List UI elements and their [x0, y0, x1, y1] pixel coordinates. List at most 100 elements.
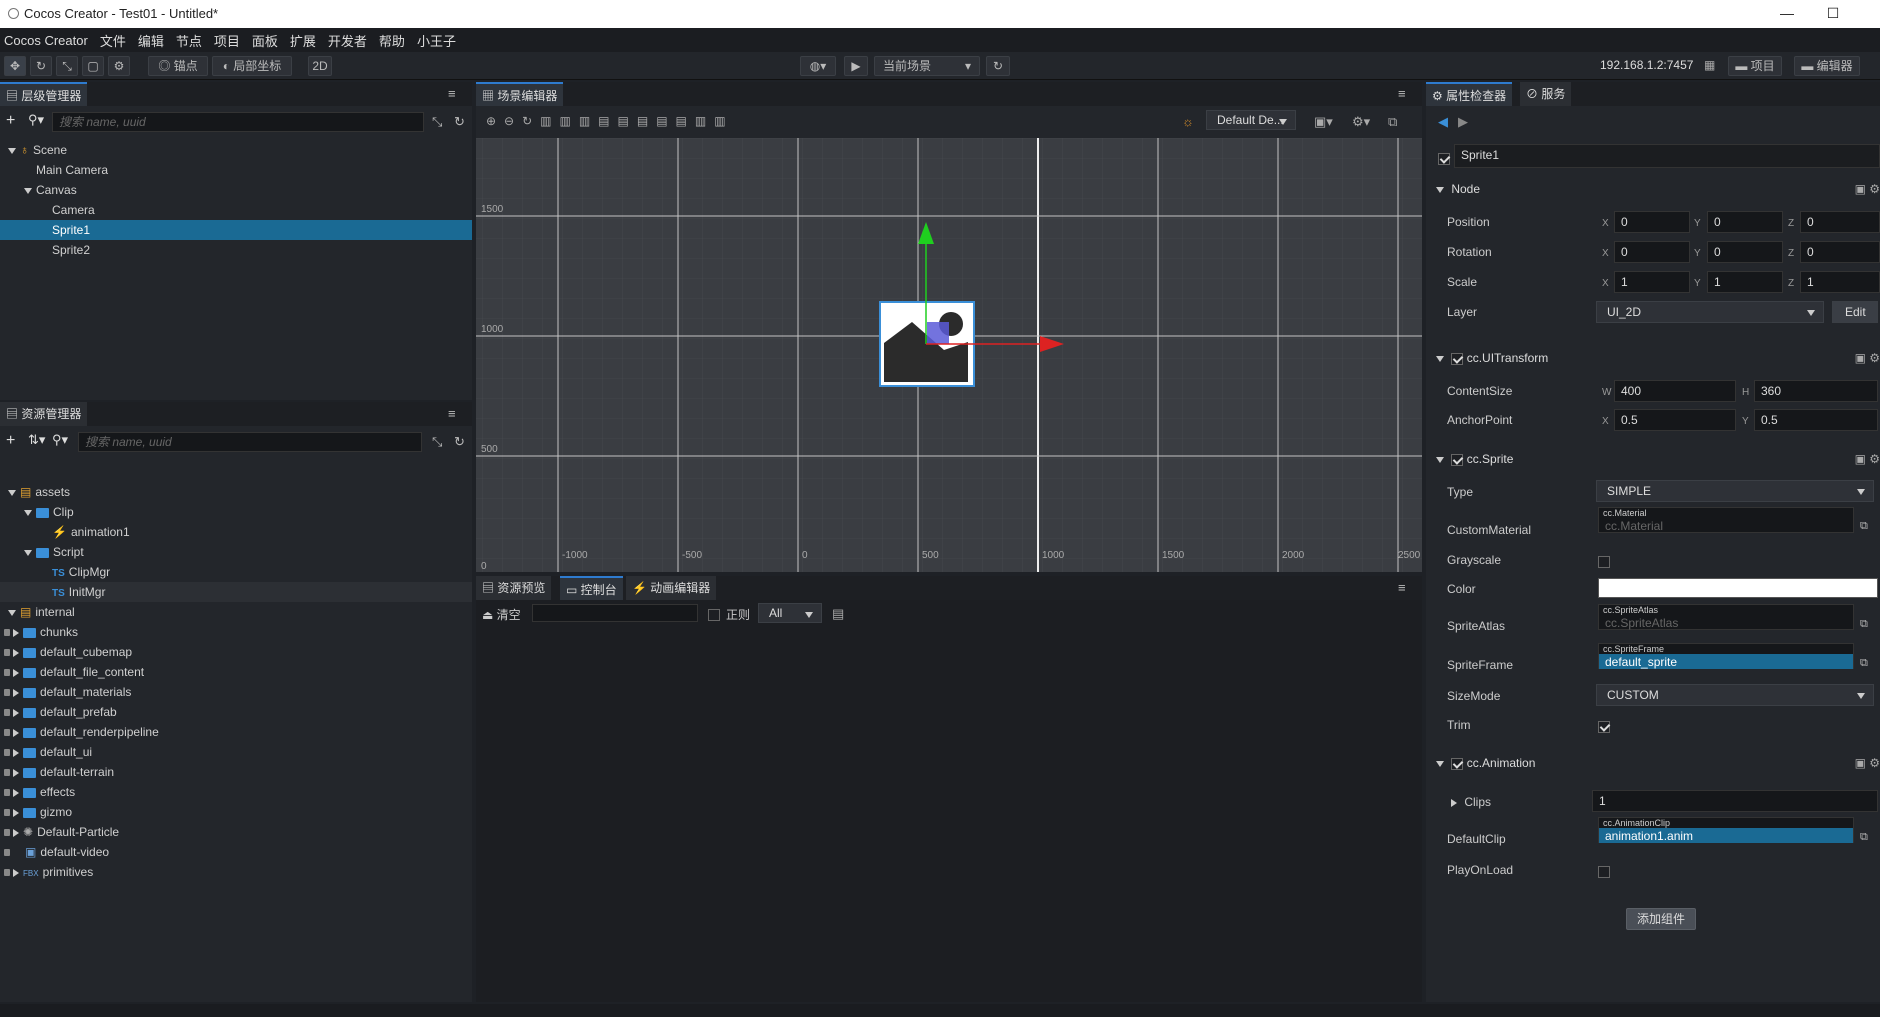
asset-collapse-icon[interactable]: ⤡ — [432, 434, 442, 450]
tree-node-camera[interactable]: Camera — [0, 200, 472, 220]
local-coord-button[interactable]: ◐ 局部坐标 — [212, 56, 292, 76]
expand-arrow-icon[interactable] — [13, 708, 19, 717]
position-x-input[interactable]: 0 — [1614, 211, 1690, 233]
menu-help[interactable]: 帮助 — [379, 31, 405, 50]
open-log-icon[interactable]: ▤ — [832, 606, 844, 622]
add-node-icon[interactable]: + — [6, 112, 15, 130]
asset-item-animation1[interactable]: ⚡ animation1 — [0, 522, 472, 542]
position-z-input[interactable]: 0 — [1800, 211, 1880, 233]
tab-animation-editor[interactable]: ⚡ 动画编辑器 — [626, 576, 717, 600]
layer-select[interactable]: UI_2D — [1596, 301, 1824, 323]
minimize-button[interactable]: — — [1764, 0, 1810, 28]
back-arrow-icon[interactable]: ◀ — [1438, 114, 1448, 130]
maximize-button[interactable]: ☐ — [1810, 0, 1856, 28]
expand-arrow-icon[interactable] — [13, 628, 19, 637]
expand-arrow-icon[interactable] — [13, 668, 19, 677]
layer-edit-button[interactable]: Edit — [1832, 301, 1878, 323]
rotation-x-input[interactable]: 0 — [1614, 241, 1690, 263]
asset-search-input[interactable]: 搜索 name, uuid — [78, 432, 422, 452]
tab-assets[interactable]: ▤ 资源管理器 — [0, 402, 88, 426]
camera-select[interactable]: Default De... — [1206, 110, 1296, 130]
scale-tool-icon[interactable]: ⤡ — [56, 56, 78, 76]
asset-search-icon[interactable]: ⚲▾ — [52, 432, 68, 448]
rotate-tool-icon[interactable]: ↻ — [30, 56, 52, 76]
asset-item-clipmgr[interactable]: TS ClipMgr — [0, 562, 472, 582]
screenshot-icon[interactable]: ⧉ — [1388, 114, 1397, 130]
spriteatlas-locate-icon[interactable]: ⧉ — [1860, 618, 1868, 631]
menu-file[interactable]: 文件 — [100, 31, 126, 50]
expand-arrow-icon[interactable] — [24, 549, 32, 556]
uitransform-tools-icon[interactable]: ▣ ⚙ — [1855, 347, 1880, 369]
expand-arrow-icon[interactable] — [8, 147, 16, 154]
light-icon[interactable]: ☼ — [1182, 114, 1194, 129]
scene-settings-icon[interactable]: ⚙▾ — [1352, 114, 1370, 130]
rect-tool-icon[interactable]: ▢ — [82, 56, 104, 76]
expand-arrow-icon[interactable] — [8, 489, 16, 496]
animation-header[interactable]: cc.Animation ▣ ⚙ — [1436, 752, 1880, 774]
scene-align-toolbar[interactable]: ⊕⊖↻▥▥▥▤▤▤▤▤▥▥ — [486, 114, 734, 128]
sprite-tools-icon[interactable]: ▣ ⚙ — [1855, 448, 1880, 470]
custommaterial-field[interactable]: cc.Material cc.Material — [1598, 507, 1854, 533]
tree-node-canvas[interactable]: Canvas — [0, 180, 472, 200]
asset-item-internal[interactable]: ▤ internal — [0, 602, 472, 622]
expand-arrow-icon[interactable] — [13, 868, 19, 877]
rotation-z-input[interactable]: 0 — [1800, 241, 1880, 263]
tab-inspector[interactable]: ⚙ 属性检查器 — [1426, 82, 1513, 106]
asset-item-chunks[interactable]: chunks — [0, 622, 472, 642]
hierarchy-menu-icon[interactable]: ≡ — [448, 86, 456, 101]
scale-x-input[interactable]: 1 — [1614, 271, 1690, 293]
tab-services[interactable]: ⊘ 服务 — [1520, 82, 1572, 106]
defaultclip-locate-icon[interactable]: ⧉ — [1860, 831, 1868, 844]
anchor-y-input[interactable]: 0.5 — [1754, 409, 1878, 431]
search-icon[interactable]: ⚲▾ — [28, 112, 44, 128]
asset-refresh-icon[interactable]: ↻ — [454, 434, 465, 450]
expand-arrow-icon[interactable] — [13, 748, 19, 757]
asset-item-primitives[interactable]: FBX primitives — [0, 862, 472, 882]
snapshot-icon[interactable]: ▣▾ — [1314, 114, 1333, 130]
node-name-input[interactable]: Sprite1 — [1454, 144, 1880, 168]
tree-node-main-camera[interactable]: Main Camera — [0, 160, 472, 180]
expand-arrow-icon[interactable] — [13, 828, 19, 837]
asset-item-default-video[interactable]: ▣ default-video — [0, 842, 472, 862]
tab-scene-editor[interactable]: ▦ 场景编辑器 — [476, 82, 564, 106]
clear-button[interactable]: ⏏ 清空 — [482, 606, 521, 623]
sort-icon[interactable]: ⇅▾ — [28, 432, 45, 448]
play-button[interactable]: ▶ — [844, 56, 868, 76]
assets-menu-icon[interactable]: ≡ — [448, 406, 456, 421]
node-section-tools-icon[interactable]: ▣ ⚙ — [1855, 178, 1880, 200]
menu-project[interactable]: 项目 — [214, 31, 240, 50]
tree-node-sprite1[interactable]: Sprite1 — [0, 220, 472, 240]
refresh-icon[interactable]: ↻ — [454, 114, 465, 130]
project-button[interactable]: ▬ 项目 — [1728, 56, 1782, 76]
regex-checkbox[interactable] — [708, 606, 720, 621]
add-asset-icon[interactable]: + — [6, 432, 15, 450]
collapse-icon[interactable]: ⤡ — [432, 114, 442, 130]
spriteatlas-field[interactable]: cc.SpriteAtlas cc.SpriteAtlas — [1598, 604, 1854, 630]
console-filter-input[interactable] — [532, 604, 698, 622]
menu-node[interactable]: 节点 — [176, 31, 202, 50]
trim-checkbox[interactable] — [1598, 718, 1610, 733]
asset-item-default-particle[interactable]: ✺ Default-Particle — [0, 822, 472, 842]
width-input[interactable]: 400 — [1614, 380, 1736, 402]
sizemode-select[interactable]: CUSTOM — [1596, 684, 1874, 706]
asset-item-gizmo[interactable]: gizmo — [0, 802, 472, 822]
qrcode-icon[interactable]: ▦ — [1704, 58, 1715, 72]
asset-item-initmgr[interactable]: TS InitMgr — [0, 582, 472, 602]
expand-arrow-icon[interactable] — [13, 788, 19, 797]
asset-item-default-terrain[interactable]: default-terrain — [0, 762, 472, 782]
scene-select[interactable]: 当前场景 ▾ — [874, 56, 980, 76]
type-select[interactable]: SIMPLE — [1596, 480, 1874, 502]
expand-arrow-icon[interactable] — [8, 609, 16, 616]
menu-extension[interactable]: 扩展 — [290, 31, 316, 50]
playonload-checkbox[interactable] — [1598, 863, 1610, 878]
tab-asset-preview[interactable]: ▤ 资源预览 — [476, 576, 552, 600]
sprite-header[interactable]: cc.Sprite ▣ ⚙ — [1436, 448, 1880, 470]
asset-item-clip[interactable]: Clip — [0, 502, 472, 522]
asset-item-default-renderpipeline[interactable]: default_renderpipeline — [0, 722, 472, 742]
menu-edit[interactable]: 编辑 — [138, 31, 164, 50]
spriteframe-field[interactable]: cc.SpriteFrame default_sprite — [1598, 643, 1854, 669]
mode-2d-button[interactable]: 2D — [308, 56, 332, 76]
menu-panel[interactable]: 面板 — [252, 31, 278, 50]
anchor-x-input[interactable]: 0.5 — [1614, 409, 1736, 431]
move-tool-icon[interactable]: ✥ — [4, 56, 26, 76]
